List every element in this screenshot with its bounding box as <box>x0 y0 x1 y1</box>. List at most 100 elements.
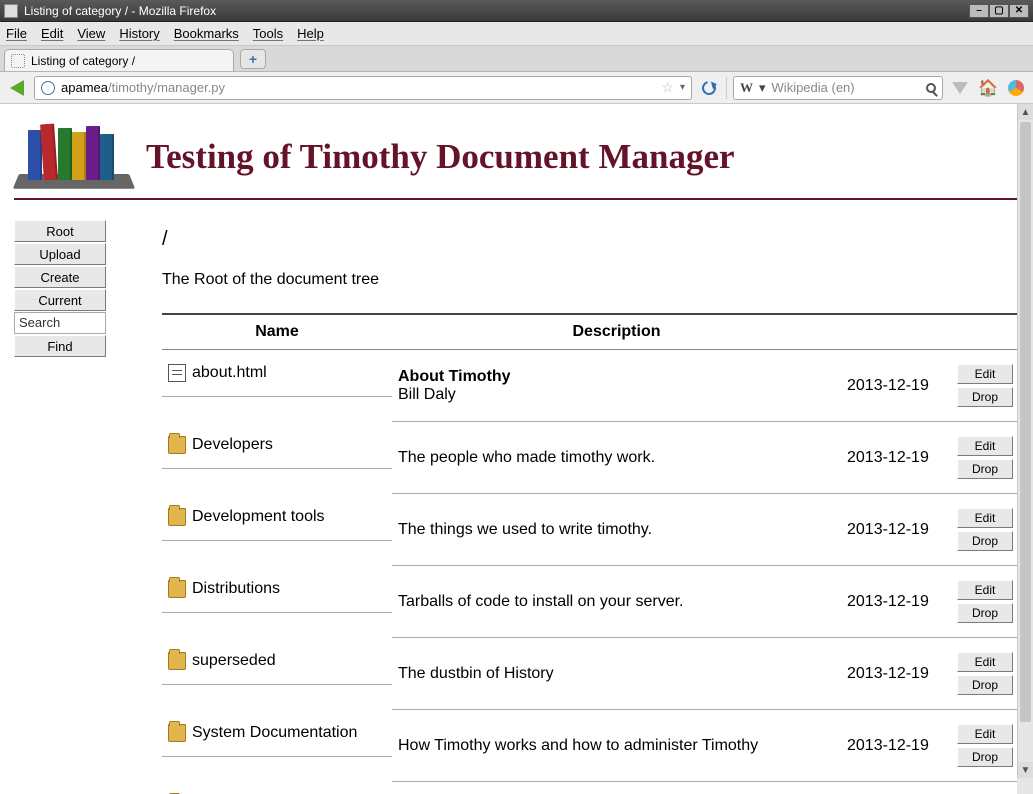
row-description: The people who made timothy work. <box>392 422 841 494</box>
row-description: How to use timothy <box>392 782 841 794</box>
row-date: 2013-12-19 <box>841 638 951 710</box>
url-host: apamea <box>61 80 108 95</box>
scroll-thumb[interactable] <box>1020 122 1031 722</box>
window-titlebar: Listing of category / - Mozilla Firefox … <box>0 0 1033 22</box>
sidebar-create-button[interactable]: Create <box>14 266 106 288</box>
menu-file[interactable]: File <box>6 26 27 41</box>
scroll-up-icon[interactable]: ▲ <box>1018 104 1033 120</box>
edit-button[interactable]: Edit <box>957 364 1013 384</box>
menu-help[interactable]: Help <box>297 26 324 41</box>
url-bar[interactable]: apamea/timothy/manager.py ☆ ▾ <box>34 76 692 100</box>
col-name: Name <box>162 314 392 350</box>
document-icon <box>168 364 186 382</box>
page-title: Testing of Timothy Document Manager <box>146 137 735 177</box>
row-date: 2013-12-19 <box>841 710 951 782</box>
drop-button[interactable]: Drop <box>957 459 1013 479</box>
search-box[interactable]: W ▾ Wikipedia (en) <box>733 76 943 100</box>
table-row: Distributions Tarballs of code to install… <box>162 566 1019 638</box>
folder-icon <box>168 436 186 454</box>
window-title: Listing of category / - Mozilla Firefox <box>24 4 216 18</box>
sidebar-upload-button[interactable]: Upload <box>14 243 106 265</box>
back-button[interactable] <box>6 77 28 99</box>
arrow-left-icon <box>10 80 24 96</box>
drop-button[interactable]: Drop <box>957 603 1013 623</box>
breadcrumb: / <box>162 228 1019 251</box>
scroll-down-icon[interactable]: ▼ <box>1018 762 1033 778</box>
folder-icon <box>168 508 186 526</box>
drop-button[interactable]: Drop <box>957 387 1013 407</box>
sidebar-root-button[interactable]: Root <box>14 220 106 242</box>
edit-button[interactable]: Edit <box>957 652 1013 672</box>
row-name[interactable]: about.html <box>192 364 267 382</box>
listing-table: Name Description about.htmlAbout Timothy… <box>162 313 1019 794</box>
search-placeholder: Wikipedia (en) <box>772 80 920 95</box>
table-row: Development toolsThe things we used to w… <box>162 494 1019 566</box>
sidebar-find-button[interactable]: Find <box>14 335 106 357</box>
row-name[interactable]: superseded <box>192 652 276 670</box>
reload-icon <box>699 78 718 97</box>
close-button[interactable]: ✕ <box>1009 4 1029 18</box>
toolbar-separator <box>726 77 727 99</box>
row-date: 2013-12-19 <box>841 422 951 494</box>
maximize-button[interactable]: ▢ <box>989 4 1009 18</box>
bookmark-star-icon[interactable]: ☆ <box>661 79 674 96</box>
row-description: About TimothyBill Daly <box>392 350 841 422</box>
menu-bookmarks[interactable]: Bookmarks <box>174 26 239 41</box>
col-actions <box>951 314 1019 350</box>
drop-button[interactable]: Drop <box>957 675 1013 695</box>
swirl-icon <box>1008 80 1024 96</box>
search-icon[interactable] <box>926 83 936 93</box>
wikipedia-icon: W <box>740 80 753 96</box>
reload-button[interactable] <box>698 77 720 99</box>
minimize-button[interactable]: – <box>969 4 989 18</box>
tab-favicon <box>11 54 25 68</box>
drop-button[interactable]: Drop <box>957 747 1013 767</box>
row-name[interactable]: Development tools <box>192 508 325 526</box>
url-dropdown-icon[interactable]: ▾ <box>680 82 685 93</box>
subtitle: The Root of the document tree <box>162 271 1019 289</box>
menu-tools[interactable]: Tools <box>253 26 283 41</box>
url-path: /timothy/manager.py <box>108 80 225 95</box>
table-row: Developers The people who made timothy wo… <box>162 422 1019 494</box>
row-name[interactable]: Distributions <box>192 580 280 598</box>
table-row: System Documentation How Timothy works an… <box>162 710 1019 782</box>
row-date: 2013-12-19 <box>841 782 951 794</box>
tab-active[interactable]: Listing of category / <box>4 49 234 71</box>
sidebar-current-button[interactable]: Current <box>14 289 106 311</box>
tab-strip: Listing of category / + <box>0 46 1033 72</box>
home-button[interactable]: 🏠 <box>977 77 999 99</box>
folder-icon <box>168 580 186 598</box>
table-row: about.htmlAbout TimothyBill Daly2013-12-… <box>162 350 1019 422</box>
vertical-scrollbar[interactable]: ▲ ▼ <box>1017 104 1033 778</box>
downloads-button[interactable] <box>949 77 971 99</box>
sidebar-search-input[interactable]: Search <box>14 312 106 334</box>
row-description: The dustbin of History <box>392 638 841 710</box>
menu-history[interactable]: History <box>119 26 159 41</box>
row-name[interactable]: System Documentation <box>192 724 357 742</box>
row-date: 2013-12-19 <box>841 566 951 638</box>
menu-edit[interactable]: Edit <box>41 26 63 41</box>
menu-view[interactable]: View <box>77 26 105 41</box>
download-icon <box>952 82 968 94</box>
addon-button[interactable] <box>1005 77 1027 99</box>
edit-button[interactable]: Edit <box>957 508 1013 528</box>
edit-button[interactable]: Edit <box>957 724 1013 744</box>
app-icon <box>4 4 18 18</box>
new-tab-button[interactable]: + <box>240 49 266 69</box>
tab-title: Listing of category / <box>31 54 135 68</box>
viewport: Testing of Timothy Document Manager Root… <box>0 104 1033 794</box>
row-description: Tarballs of code to install on your serv… <box>392 566 841 638</box>
edit-button[interactable]: Edit <box>957 580 1013 600</box>
folder-icon <box>168 724 186 742</box>
menu-bar: File Edit View History Bookmarks Tools H… <box>0 22 1033 46</box>
nav-toolbar: apamea/timothy/manager.py ☆ ▾ W ▾ Wikipe… <box>0 72 1033 104</box>
row-description: How Timothy works and how to administer … <box>392 710 841 782</box>
row-name[interactable]: Developers <box>192 436 273 454</box>
edit-button[interactable]: Edit <box>957 436 1013 456</box>
table-row: superseded The dustbin of History2013-12-… <box>162 638 1019 710</box>
drop-button[interactable]: Drop <box>957 531 1013 551</box>
search-engine-dropdown-icon[interactable]: ▾ <box>759 80 766 96</box>
main-content: / The Root of the document tree Name Des… <box>162 220 1019 794</box>
scroll-corner <box>1017 778 1033 794</box>
bookshelf-logo <box>14 124 134 194</box>
